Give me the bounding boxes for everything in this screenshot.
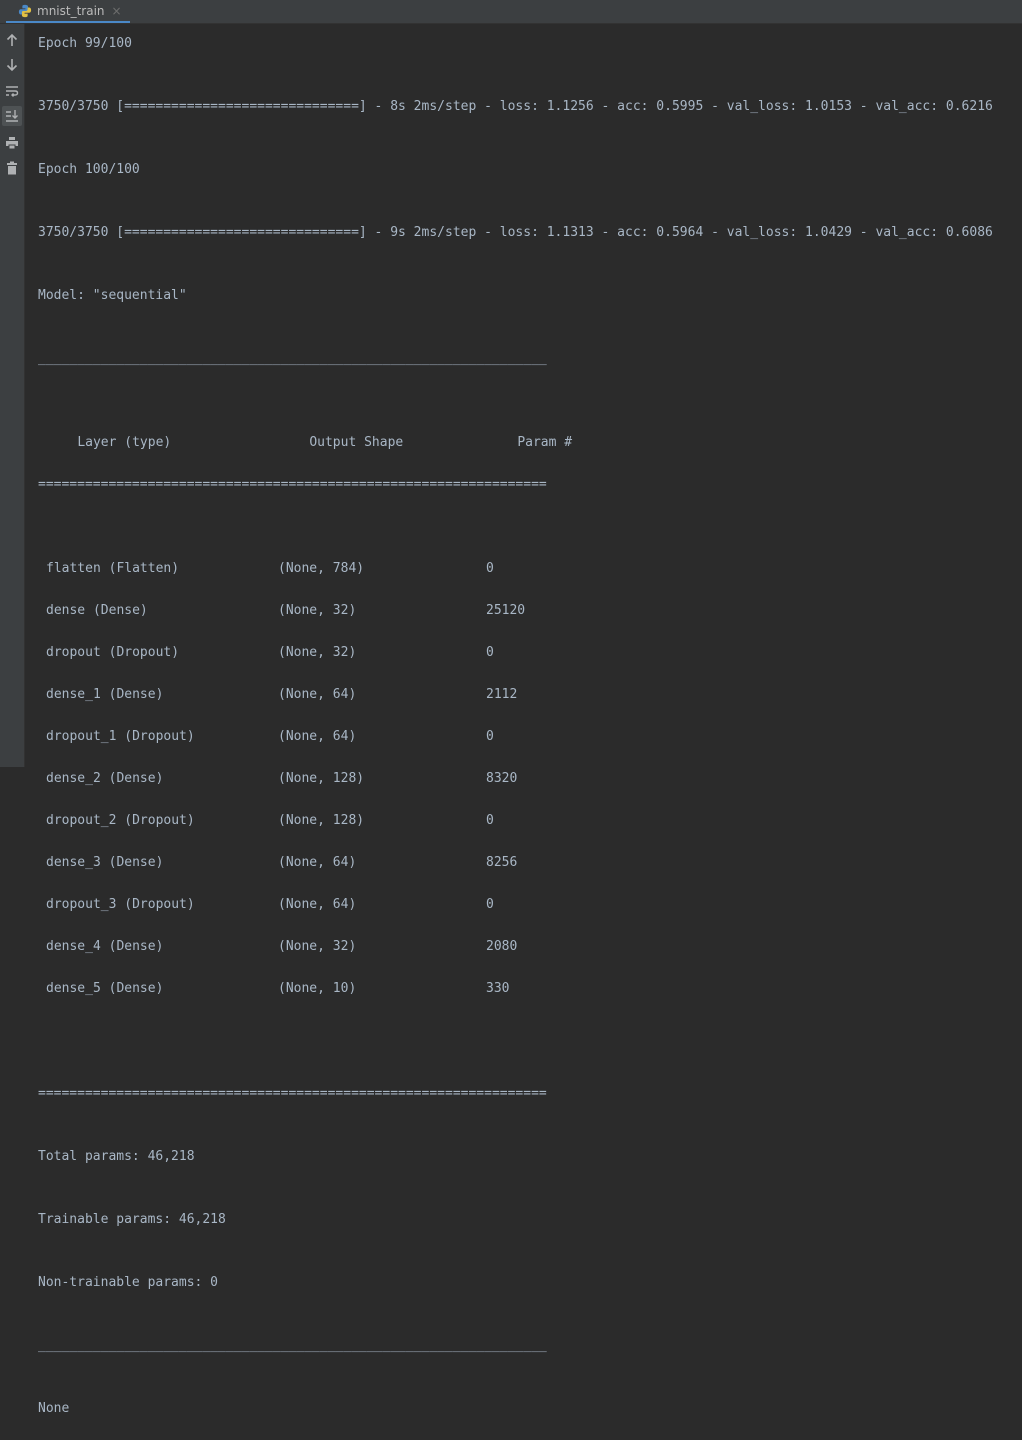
cell-shape: (None, 32) xyxy=(278,645,357,660)
header-output-shape: Output Shape xyxy=(309,435,404,450)
header-layer: Layer (type) xyxy=(77,435,172,450)
summary-rule-end: ________________________________________… xyxy=(38,1338,547,1353)
cell-param: 0 xyxy=(486,561,494,576)
total-params-line: Total params: 46,218 xyxy=(38,1149,195,1164)
cell-shape: (None, 64) xyxy=(278,855,357,870)
console-output: Epoch 99/100 3750/3750 [================… xyxy=(38,12,1022,1440)
return-value-line: None xyxy=(38,1401,70,1416)
summary-rule-header: ========================================… xyxy=(38,477,547,492)
console-line-epoch99-progress: 3750/3750 [=============================… xyxy=(38,99,993,114)
console-line-epoch100-label: Epoch 100/100 xyxy=(38,162,140,177)
cell-param: 2080 xyxy=(486,939,518,954)
cell-param: 25120 xyxy=(486,603,526,618)
cell-layer: dense_5 (Dense) xyxy=(46,981,164,996)
table-row: dropout_3 (Dropout) (None, 64) 0 xyxy=(38,894,1022,915)
cell-layer: dense_1 (Dense) xyxy=(46,687,164,702)
cell-layer: dense_4 (Dense) xyxy=(46,939,164,954)
up-arrow-icon[interactable] xyxy=(2,30,22,50)
cell-shape: (None, 64) xyxy=(278,897,357,912)
cell-layer: dropout_2 (Dropout) xyxy=(46,813,195,828)
table-row: dense_1 (Dense) (None, 64) 2112 xyxy=(38,684,1022,705)
cell-param: 8256 xyxy=(486,855,518,870)
console-toolbar xyxy=(0,24,25,767)
cell-param: 0 xyxy=(486,897,494,912)
table-row: dense (Dense) (None, 32) 25120 xyxy=(38,600,1022,621)
down-arrow-icon[interactable] xyxy=(2,55,22,75)
console-line-epoch100-progress: 3750/3750 [=============================… xyxy=(38,225,993,240)
trash-icon[interactable] xyxy=(2,158,22,178)
summary-rule-top: ________________________________________… xyxy=(38,351,547,366)
table-row: dense_5 (Dense) (None, 10) 330 xyxy=(38,978,1022,999)
table-row: dense_2 (Dense) (None, 128) 8320 xyxy=(38,768,1022,789)
header-param: Param # xyxy=(517,435,573,450)
cell-layer: dense (Dense) xyxy=(46,603,148,618)
cell-param: 330 xyxy=(486,981,510,996)
cell-param: 0 xyxy=(486,813,494,828)
table-row: flatten (Flatten) (None, 784) 0 xyxy=(38,558,1022,579)
cell-param: 0 xyxy=(486,645,494,660)
cell-layer: dense_3 (Dense) xyxy=(46,855,164,870)
cell-layer: dropout (Dropout) xyxy=(46,645,180,660)
cell-shape: (None, 32) xyxy=(278,939,357,954)
cell-layer: dense_2 (Dense) xyxy=(46,771,164,786)
cell-shape: (None, 64) xyxy=(278,729,357,744)
python-file-icon xyxy=(18,4,32,17)
cell-layer: dropout_1 (Dropout) xyxy=(46,729,195,744)
cell-shape: (None, 784) xyxy=(278,561,365,576)
table-row: dense_3 (Dense) (None, 64) 8256 xyxy=(38,852,1022,873)
cell-shape: (None, 32) xyxy=(278,603,357,618)
print-icon[interactable] xyxy=(2,133,22,153)
scroll-to-end-icon[interactable] xyxy=(2,106,22,126)
summary-header-row: Layer (type) Output Shape Param # xyxy=(38,411,1022,450)
cell-shape: (None, 128) xyxy=(278,813,365,828)
summary-rule-bottom: ========================================… xyxy=(38,1086,547,1101)
console-line-partial-epoch: Epoch 99/100 xyxy=(38,36,132,51)
table-row: dropout_1 (Dropout) (None, 64) 0 xyxy=(38,726,1022,747)
soft-wrap-icon[interactable] xyxy=(2,81,22,101)
cell-shape: (None, 10) xyxy=(278,981,357,996)
cell-param: 2112 xyxy=(486,687,518,702)
non-trainable-params-line: Non-trainable params: 0 xyxy=(38,1275,219,1290)
table-row: dense_4 (Dense) (None, 32) 2080 xyxy=(38,936,1022,957)
table-row: dropout (Dropout) (None, 32) 0 xyxy=(38,642,1022,663)
cell-layer: flatten (Flatten) xyxy=(46,561,180,576)
trainable-params-line: Trainable params: 46,218 xyxy=(38,1212,226,1227)
cell-param: 8320 xyxy=(486,771,518,786)
summary-layer-rows: flatten (Flatten) (None, 784) 0 dense (Dens… xyxy=(38,558,1022,1020)
cell-shape: (None, 128) xyxy=(278,771,365,786)
cell-param: 0 xyxy=(486,729,494,744)
cell-layer: dropout_3 (Dropout) xyxy=(46,897,195,912)
cell-shape: (None, 64) xyxy=(278,687,357,702)
table-row: dropout_2 (Dropout) (None, 128) 0 xyxy=(38,810,1022,831)
model-name-line: Model: "sequential" xyxy=(38,288,187,303)
